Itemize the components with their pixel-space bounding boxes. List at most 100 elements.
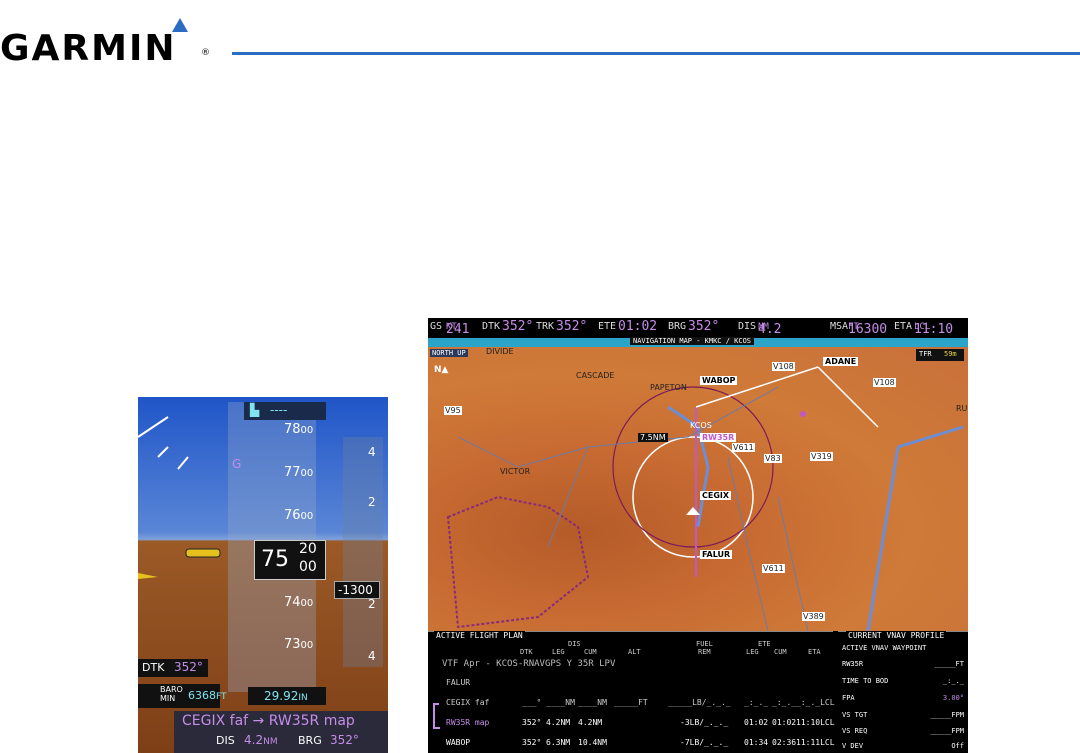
fpl-header-ete: ETE [758, 640, 771, 648]
fpl-dtk: 352° [522, 738, 542, 747]
fpl-eta: _:_._LCL [796, 698, 835, 707]
fpl-row[interactable]: WABOP 352° 6.3NM 10.4NM -7LB/_._._ 01:34… [428, 738, 835, 752]
tfr-label: TFR [919, 350, 932, 358]
fpl-eta: 11:11LCL [796, 738, 835, 747]
vnav-row: RW35R _____FT [842, 660, 964, 668]
waypoint-rw35r[interactable]: RW35R [700, 433, 737, 442]
alt-tick-7400: 7400 [284, 595, 314, 610]
active-leg-arrow-icon [433, 703, 440, 729]
approach-ring [612, 386, 774, 548]
alt-tick-7300: 7300 [284, 637, 314, 652]
baro-label: BARO [160, 685, 183, 694]
fpl-dtk: 352° [522, 718, 542, 727]
fpl-row[interactable]: CEGIX faf ___° ____NM ____NM _____FT ___… [428, 698, 835, 712]
fpl-alt: _____FT [614, 698, 648, 707]
fpl-cum: 10.4NM [578, 738, 607, 747]
map-range: 7.5NM [638, 433, 668, 442]
ownship-icon [686, 507, 700, 515]
vsi-tape [343, 437, 383, 667]
active-leg: CEGIX faf → RW35R map [182, 713, 355, 729]
vs-readout-value: -1300 [338, 583, 373, 597]
vs-readout: -1300 [334, 581, 380, 599]
vnav-row: ACTIVE VNAV WAYPOINT [842, 644, 927, 652]
nav-brg-label: BRG [298, 734, 322, 747]
fpl-title: ACTIVE FLIGHT PLAN [434, 631, 525, 640]
fpl-waypoint: RW35R map [446, 718, 490, 727]
fpl-header-alt: ALT [628, 648, 641, 656]
fpl-waypoint: WABOP [446, 738, 471, 747]
alt-tick-7700: 7700 [284, 465, 314, 480]
fpl-procedure[interactable]: VTF Apr - KCOS-RNAVGPS Y 35R LPV [442, 659, 615, 669]
mfd-display: GS 241 KT DTK 352° TRK 352° ETE 01:02 BRG… [428, 318, 968, 753]
airport-icon [800, 411, 806, 417]
fpl-fuel: _____LB/_._._ [668, 698, 731, 707]
roll-scale [138, 416, 189, 470]
waypoint-falur[interactable]: FALUR [700, 550, 733, 559]
active-flight-plan-panel: ACTIVE FLIGHT PLAN DIS FUEL ETE DTK LEG … [428, 631, 835, 753]
fpl-header-eta: ETA [808, 648, 821, 656]
airway-v108-2: V108 [873, 378, 896, 387]
databar-brg-label: BRG [668, 321, 687, 332]
vnav-row: V DEV Off [842, 742, 964, 750]
altitude-roll-top: 20 [299, 541, 317, 557]
flight-plan-leg-next [695, 366, 819, 408]
fpl-header-ete-leg: LEG [746, 648, 759, 656]
fpl-ete-leg: 01:34 [744, 738, 769, 747]
altitude-bug-icon: ▙ [250, 403, 260, 417]
flight-plan-leg-adane [817, 366, 879, 428]
alt-tick-7800: 7800 [284, 422, 314, 437]
fpl-eta: 11:10LCL [796, 718, 835, 727]
databar-dis-label: DIS [738, 321, 757, 332]
aircraft-wing-icon [138, 573, 158, 579]
fpl-header-leg: LEG [552, 648, 565, 656]
fpl-ete-leg: _:_._ [744, 698, 769, 707]
fpl-row[interactable]: FALUR [428, 678, 833, 692]
trk-label: TRK [536, 321, 555, 332]
fpl-row-active[interactable]: RW35R map 352° 4.2NM 4.2NM -3LB/_._._ 01… [428, 718, 835, 732]
map-overlay [446, 366, 964, 631]
altimeter-setting-box: 29.92IN [248, 687, 326, 705]
airway-v108-1: V108 [772, 362, 795, 371]
nav-status-box: CEGIX faf → RW35R map DIS 4.2NM BRG 352° [174, 711, 388, 753]
map-label-cascade: CASCADE [576, 371, 615, 380]
waypoint-cegix[interactable]: CEGIX [700, 491, 732, 500]
altitude-bug-box: ▙ ---- [244, 402, 326, 420]
databar-brg-value: 352° [688, 319, 720, 334]
vnav-title: CURRENT VNAV PROFILE [846, 631, 947, 640]
fpl-dtk: ___° [522, 698, 542, 707]
ete-label: ETE [598, 321, 617, 332]
garmin-logo: GARMIN ® [0, 18, 215, 69]
fpl-ete-cum: 01:02 [772, 718, 797, 727]
fpl-header-ete-cum: CUM [774, 648, 787, 656]
min-label: MIN [160, 694, 176, 703]
north-up-indicator[interactable]: NORTH UP [430, 349, 468, 357]
fpl-header-dis: DIS [568, 640, 581, 648]
map-title-bar: NAVIGATION MAP - KMKC / KCOS [428, 337, 968, 347]
vs-tick-2-up: 2 [368, 495, 376, 509]
fpl-leg: 4.2NM [546, 718, 571, 727]
waypoint-wabop[interactable]: WABOP [700, 376, 738, 385]
airway-v389: V389 [802, 612, 825, 621]
dtk-box: DTK 352° [138, 659, 208, 677]
airspace-boundary [866, 425, 964, 631]
nav-brg-value: 352° [330, 733, 359, 747]
fpl-leg: 6.3NM [546, 738, 571, 747]
altitude-readout: 75 20 00 [254, 540, 326, 580]
fpl-waypoint: CEGIX faf [446, 698, 490, 707]
waypoint-adane[interactable]: ADANE [823, 357, 859, 366]
alt-tick-7600: 7600 [284, 508, 314, 523]
baro-value: 6368FT [188, 689, 227, 702]
airway-v319: V319 [810, 452, 833, 461]
navigation-map[interactable]: NORTH UP N▲ TFR 59m DIVIDE CASCADE PAPET… [428, 347, 968, 631]
fpl-ete-cum: _:_._ [772, 698, 797, 707]
range-ring [632, 436, 754, 558]
vnav-row: VS REQ _____FPM [842, 727, 964, 735]
vs-tick-4-down: 4 [368, 649, 376, 663]
vnav-row: TIME TO BOD _:_._ [842, 677, 964, 685]
logo-reg: ® [201, 48, 210, 58]
eta-label: ETA [894, 321, 913, 332]
map-label-divide: DIVIDE [486, 347, 514, 356]
fpl-waypoint: FALUR [446, 678, 471, 687]
databar-dtk-label: DTK [482, 321, 501, 332]
gs-label: GS [430, 321, 443, 332]
